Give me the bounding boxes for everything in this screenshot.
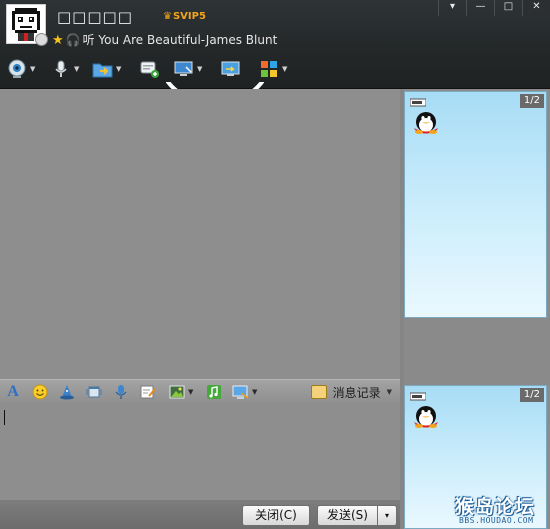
message-history-area[interactable] bbox=[0, 89, 400, 379]
remote-assist-button[interactable]: ▼ bbox=[173, 56, 202, 82]
window-controls: ▾ — □ ✕ bbox=[438, 0, 550, 16]
shake-icon bbox=[85, 383, 103, 401]
screenshot-icon bbox=[232, 383, 250, 401]
menu-button[interactable]: ▾ bbox=[438, 0, 466, 16]
magic-icon bbox=[58, 383, 76, 401]
send-file-button[interactable]: ▼ bbox=[92, 56, 121, 82]
magic-button[interactable] bbox=[58, 382, 76, 402]
screenshot-button[interactable]: ▼ bbox=[232, 382, 257, 402]
emoji-button[interactable] bbox=[31, 382, 49, 402]
music-icon bbox=[205, 383, 223, 401]
ad-panel-gap bbox=[404, 318, 550, 385]
page-indicator: 1/2 bbox=[519, 94, 544, 108]
message-input[interactable] bbox=[0, 405, 400, 501]
send-options-dropdown[interactable]: ▾ bbox=[377, 505, 397, 526]
microphone-icon bbox=[50, 58, 72, 80]
close-window-button[interactable]: ✕ bbox=[522, 0, 550, 16]
app-grid-icon bbox=[258, 58, 280, 80]
chevron-down-icon: ▼ bbox=[252, 388, 258, 396]
tag-icon bbox=[410, 392, 426, 401]
chevron-down-icon: ▼ bbox=[197, 65, 203, 73]
input-toolbar: A ▼ ▼ 消息记录 ▼ bbox=[0, 379, 400, 406]
watermark-url: BBS.HOUDAO.COM bbox=[459, 516, 534, 525]
qq-penguin-icon bbox=[414, 112, 438, 134]
emoji-icon bbox=[31, 383, 49, 401]
share-screen-button[interactable] bbox=[220, 56, 242, 82]
forum-watermark: 猴岛论坛 BBS.HOUDAO.COM bbox=[455, 492, 550, 529]
screen-share-icon bbox=[220, 58, 242, 80]
send-sms-button[interactable] bbox=[139, 56, 161, 82]
status-indicator bbox=[35, 33, 48, 46]
window-shake-button[interactable] bbox=[85, 382, 103, 402]
chevron-down-icon: ▼ bbox=[282, 65, 288, 73]
folder-icon bbox=[92, 58, 114, 80]
chevron-down-icon: ▼ bbox=[116, 65, 122, 73]
history-icon bbox=[310, 385, 327, 399]
apps-button[interactable]: ▼ bbox=[258, 56, 287, 82]
music-button[interactable] bbox=[205, 382, 223, 402]
voice-message-icon bbox=[112, 383, 130, 401]
vip-level: SVIP5 bbox=[172, 11, 206, 22]
font-button[interactable]: A bbox=[4, 382, 22, 402]
chevron-down-icon: ▼ bbox=[74, 65, 80, 73]
vip-badge[interactable]: ♛SVIP5 bbox=[163, 10, 206, 24]
remote-desktop-icon bbox=[173, 58, 195, 80]
qq-penguin-icon bbox=[414, 406, 438, 428]
send-button[interactable]: 发送(S) bbox=[317, 505, 378, 526]
voice-message-button[interactable] bbox=[112, 382, 130, 402]
picture-icon bbox=[168, 383, 186, 401]
signature-text: 听 You Are Beautiful-James Blunt bbox=[82, 33, 278, 47]
chevron-down-icon: ▼ bbox=[386, 388, 392, 396]
contact-ad-panel[interactable]: 1/2 bbox=[404, 91, 547, 318]
tag-icon bbox=[410, 98, 426, 107]
video-call-button[interactable]: ▼ bbox=[6, 56, 35, 82]
crown-icon: ♛ bbox=[163, 11, 172, 22]
action-bar: 关闭(C) 发送(S) ▾ bbox=[0, 500, 400, 529]
star-icon: ★ bbox=[52, 33, 64, 48]
scribble-button[interactable] bbox=[139, 382, 157, 402]
signature-line: ★ 🎧 听 You Are Beautiful-James Blunt bbox=[52, 32, 277, 48]
chat-header: □□□□□ ♛SVIP5 ★ 🎧 听 You Are Beautiful-James… bbox=[0, 0, 550, 89]
scribble-icon bbox=[139, 383, 157, 401]
close-button[interactable]: 关闭(C) bbox=[242, 505, 310, 526]
voice-call-button[interactable]: ▼ bbox=[50, 56, 79, 82]
sms-icon bbox=[139, 58, 161, 80]
contact-nickname: □□□□□ bbox=[57, 8, 133, 26]
chevron-down-icon: ▼ bbox=[188, 388, 194, 396]
webcam-icon bbox=[6, 58, 28, 80]
page-indicator: 1/2 bbox=[519, 388, 544, 402]
chat-window: □□□□□ ♛SVIP5 ★ 🎧 听 You Are Beautiful-James… bbox=[0, 0, 550, 529]
watermark-title: 猴岛论坛 bbox=[455, 496, 536, 518]
font-icon: A bbox=[7, 383, 19, 400]
chevron-down-icon: ▼ bbox=[30, 65, 36, 73]
message-history-label: 消息记录 bbox=[332, 385, 381, 400]
avatar[interactable] bbox=[6, 4, 48, 46]
minimize-button[interactable]: — bbox=[466, 0, 494, 16]
maximize-button[interactable]: □ bbox=[494, 0, 522, 16]
text-caret bbox=[4, 410, 5, 425]
headphones-icon: 🎧 bbox=[65, 33, 81, 47]
send-picture-button[interactable]: ▼ bbox=[168, 382, 193, 402]
message-history-button[interactable]: 消息记录 ▼ bbox=[310, 382, 392, 402]
